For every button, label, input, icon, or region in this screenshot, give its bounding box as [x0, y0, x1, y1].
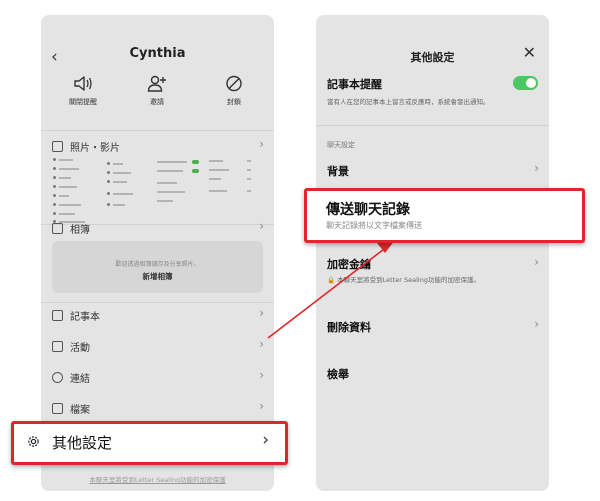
- calendar-check-icon: [52, 341, 63, 352]
- divider: [316, 125, 549, 126]
- menu-item-links-label: 連結: [70, 374, 90, 385]
- media-thumbnail[interactable]: [103, 156, 149, 226]
- media-thumbnail[interactable]: [51, 156, 97, 226]
- chevron-right-icon: ›: [259, 399, 264, 413]
- menu-item-files[interactable]: 檔案 ›: [41, 397, 274, 421]
- speaker-icon: [74, 76, 92, 91]
- block-icon: [226, 75, 242, 92]
- album-empty-box: 歡迎透過相簿儲存及分享照片。 新增相簿: [52, 241, 263, 293]
- menu-item-album[interactable]: 相簿 ›: [41, 217, 274, 241]
- encryption-footer-note[interactable]: 本聊天室將受到Letter Sealing功能的加密保護: [41, 474, 274, 484]
- send-chat-history-title: 傳送聊天記錄: [326, 202, 410, 218]
- link-icon: [52, 372, 63, 383]
- chevron-right-icon: ›: [534, 317, 539, 331]
- chevron-right-icon: ›: [259, 137, 264, 151]
- menu-item-notes-label: 記事本: [70, 312, 100, 323]
- menu-item-photos-label: 照片・影片: [70, 143, 120, 154]
- note-reminder-title: 記事本提醒: [327, 78, 382, 91]
- encryption-key-description: 🔒 本聊天室將受到Letter Sealing功能的加密保護。: [327, 276, 480, 284]
- send-chat-history-subtitle: 聊天記錄將以文字檔案傳送: [326, 221, 422, 230]
- media-thumbnail[interactable]: [207, 156, 253, 226]
- media-thumbnail[interactable]: [155, 156, 201, 226]
- chat-title: Cynthia: [129, 46, 186, 61]
- chat-menu-screen: ‹ Cynthia 關閉提醒 邀請 封鎖 照片・影片 › 相簿 › 歡迎透過相簿…: [41, 15, 274, 491]
- album-hint: 歡迎透過相簿儲存及分享照片。: [115, 261, 200, 268]
- other-settings-label: 其他設定: [52, 434, 113, 452]
- chevron-right-icon: ›: [259, 337, 264, 351]
- report-button[interactable]: 檢舉: [327, 366, 349, 382]
- mute-label: 關閉提醒: [69, 98, 97, 106]
- chevron-right-icon: ›: [259, 219, 264, 233]
- encryption-key-title[interactable]: 加密金鑰: [327, 256, 371, 272]
- chevron-right-icon: ›: [534, 161, 539, 175]
- gear-icon: [28, 436, 39, 447]
- mute-button[interactable]: 關閉提醒: [53, 75, 113, 107]
- folder-icon: [52, 403, 63, 414]
- send-chat-history-highlight[interactable]: 傳送聊天記錄 聊天記錄將以文字檔案傳送: [304, 188, 585, 243]
- menu-item-notes[interactable]: 記事本 ›: [41, 304, 274, 328]
- invite-button[interactable]: 邀請: [127, 75, 187, 107]
- delete-data-button[interactable]: 刪除資料: [327, 319, 371, 335]
- background-setting[interactable]: 背景: [327, 163, 349, 179]
- chevron-right-icon: ›: [259, 306, 264, 320]
- invite-label: 邀請: [150, 98, 164, 106]
- menu-item-files-label: 檔案: [70, 405, 90, 416]
- note-reminder-description: 當有人在您的記事本上留言或反應時，系統會發出通知。: [327, 98, 490, 106]
- menu-item-events[interactable]: 活動 ›: [41, 335, 274, 359]
- block-button[interactable]: 封鎖: [204, 75, 264, 107]
- photo-icon: [52, 141, 63, 152]
- menu-item-album-label: 相簿: [70, 225, 90, 236]
- settings-title: 其他設定: [410, 51, 455, 64]
- chevron-right-icon: ›: [262, 430, 269, 450]
- new-album-button[interactable]: 新增相簿: [52, 271, 263, 282]
- other-settings-screen: 其他設定 ✕ 記事本提醒 當有人在您的記事本上留言或反應時，系統會發出通知。 聊…: [316, 15, 549, 491]
- divider: [41, 130, 274, 131]
- add-person-icon: [147, 75, 166, 92]
- close-icon[interactable]: ✕: [523, 45, 536, 61]
- divider: [41, 302, 274, 303]
- menu-item-links[interactable]: 連結 ›: [41, 366, 274, 390]
- chevron-right-icon: ›: [259, 368, 264, 382]
- other-settings-highlight[interactable]: 其他設定 ›: [11, 421, 288, 465]
- chat-settings-header: 聊天設定: [327, 141, 355, 149]
- block-label: 封鎖: [227, 98, 241, 106]
- note-icon: [52, 310, 63, 321]
- album-icon: [52, 223, 63, 234]
- note-reminder-toggle[interactable]: [513, 76, 538, 90]
- menu-item-events-label: 活動: [70, 343, 90, 354]
- toggle-knob: [526, 78, 536, 88]
- chevron-right-icon: ›: [534, 255, 539, 269]
- encryption-key-text: 本聊天室將受到Letter Sealing功能的加密保護。: [337, 276, 480, 284]
